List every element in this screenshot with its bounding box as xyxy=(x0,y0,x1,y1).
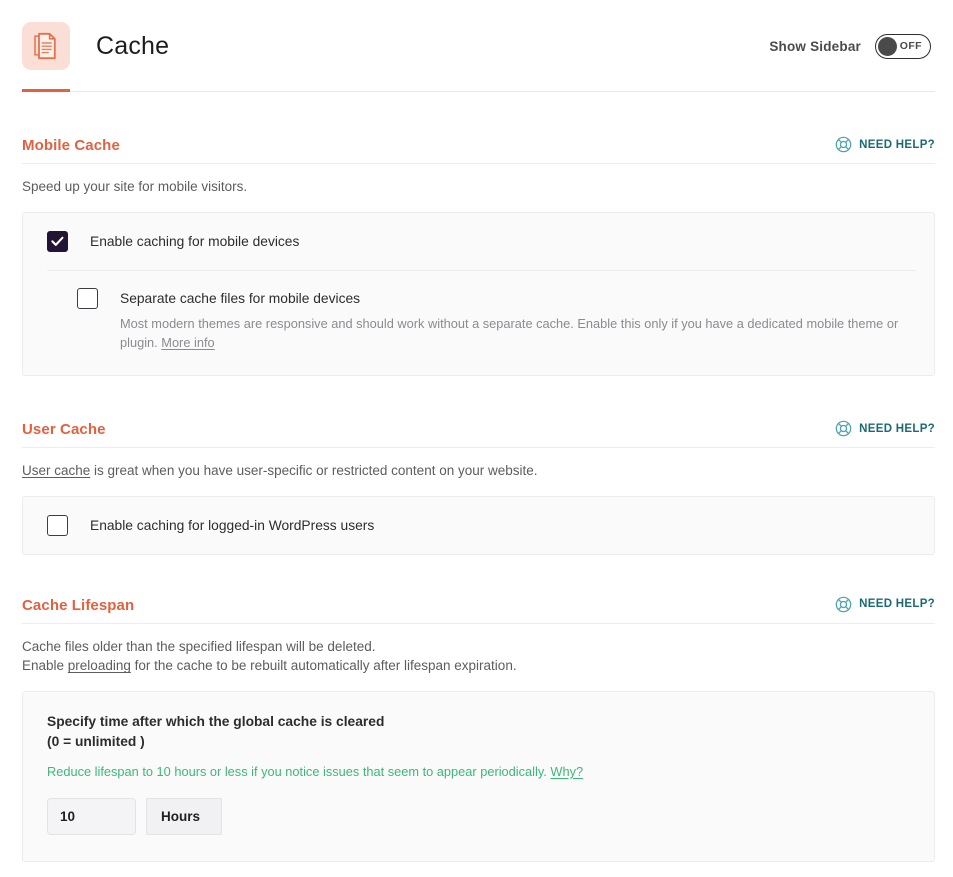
need-help-label: NEED HELP? xyxy=(859,423,935,435)
section-user-cache: User Cache NEED HELP? User cache is grea… xyxy=(22,420,935,555)
lifespan-controls: Hours xyxy=(47,798,910,835)
user-cache-description: User cache is great when you have user-s… xyxy=(22,461,935,481)
user-cache-header: User Cache NEED HELP? xyxy=(22,420,935,438)
user-cache-rule xyxy=(22,447,935,448)
lifespan-notice-text: Reduce lifespan to 10 hours or less if y… xyxy=(47,764,547,779)
page-header: Cache Show Sidebar OFF xyxy=(0,0,953,92)
lifespan-specify-title: Specify time after which the global cach… xyxy=(47,712,910,752)
separate-cache-checkbox[interactable] xyxy=(77,288,98,309)
lifebuoy-icon xyxy=(835,420,852,437)
preload-post-text: for the cache to be rebuilt automaticall… xyxy=(131,658,517,673)
mobile-cache-rule xyxy=(22,163,935,164)
spacer-cache-lifespan xyxy=(22,555,935,596)
cache-lifespan-description-line1: Cache files older than the specified lif… xyxy=(22,637,935,657)
cache-settings-page: Cache Show Sidebar OFF Mobile Cache xyxy=(0,0,953,877)
cache-lifespan-rule xyxy=(22,623,935,624)
separate-cache-row[interactable]: Separate cache files for mobile devices … xyxy=(23,271,934,376)
need-help-mobile-cache[interactable]: NEED HELP? xyxy=(835,136,935,154)
user-cache-panel: Enable caching for logged-in WordPress u… xyxy=(22,496,935,555)
mobile-cache-panel: Enable caching for mobile devices Separa… xyxy=(22,212,935,377)
header-left-group: Cache xyxy=(22,22,169,70)
lifespan-specify-line2: (0 = unlimited ) xyxy=(47,732,910,752)
cache-lifespan-header: Cache Lifespan NEED HELP? xyxy=(22,596,935,614)
enable-user-cache-body: Enable caching for logged-in WordPress u… xyxy=(90,515,374,536)
more-info-link[interactable]: More info xyxy=(161,335,214,350)
cache-documents-icon xyxy=(22,22,70,70)
header-right-group: Show Sidebar OFF xyxy=(769,34,931,59)
settings-content: Mobile Cache NEED HELP? Speed up your si… xyxy=(0,92,953,862)
lifespan-specify-line1: Specify time after which the global cach… xyxy=(47,712,910,732)
header-divider xyxy=(22,91,935,92)
enable-user-cache-checkbox[interactable] xyxy=(47,515,68,536)
lifespan-unit-select[interactable]: Hours xyxy=(146,798,222,835)
lifespan-value-input[interactable] xyxy=(47,798,136,835)
spacer-top xyxy=(22,92,935,136)
mobile-cache-title: Mobile Cache xyxy=(22,137,120,154)
cache-lifespan-description-line2: Enable preloading for the cache to be re… xyxy=(22,656,935,676)
section-mobile-cache: Mobile Cache NEED HELP? Speed up your si… xyxy=(22,136,935,376)
toggle-knob xyxy=(878,37,897,56)
mobile-cache-description: Speed up your site for mobile visitors. xyxy=(22,177,935,197)
separate-cache-body: Separate cache files for mobile devices … xyxy=(120,288,912,354)
user-cache-title: User Cache xyxy=(22,421,106,438)
show-sidebar-toggle[interactable]: OFF xyxy=(875,34,931,59)
lifebuoy-icon xyxy=(835,596,852,613)
lifespan-notice: Reduce lifespan to 10 hours or less if y… xyxy=(47,763,910,781)
enable-user-cache-label[interactable]: Enable caching for logged-in WordPress u… xyxy=(90,515,374,536)
mobile-cache-header: Mobile Cache NEED HELP? xyxy=(22,136,935,154)
separate-cache-help: Most modern themes are responsive and sh… xyxy=(120,314,912,354)
preloading-link[interactable]: preloading xyxy=(68,658,131,673)
enable-mobile-cache-body: Enable caching for mobile devices xyxy=(90,231,299,252)
separate-cache-label[interactable]: Separate cache files for mobile devices xyxy=(120,288,912,309)
active-tab-underline xyxy=(22,89,70,92)
section-cache-lifespan: Cache Lifespan NEED HELP? Cache files ol… xyxy=(22,596,935,862)
cache-lifespan-description: Cache files older than the specified lif… xyxy=(22,637,935,676)
enable-mobile-cache-label[interactable]: Enable caching for mobile devices xyxy=(90,231,299,252)
user-cache-doc-link[interactable]: User cache xyxy=(22,463,90,478)
preload-pre-text: Enable xyxy=(22,658,68,673)
show-sidebar-label: Show Sidebar xyxy=(769,39,861,54)
lifespan-why-link[interactable]: Why? xyxy=(550,764,583,779)
spacer-user-cache xyxy=(22,376,935,420)
need-help-label: NEED HELP? xyxy=(859,139,935,151)
enable-mobile-cache-checkbox[interactable] xyxy=(47,231,68,252)
need-help-label: NEED HELP? xyxy=(859,598,935,610)
enable-user-cache-row[interactable]: Enable caching for logged-in WordPress u… xyxy=(23,497,934,554)
need-help-cache-lifespan[interactable]: NEED HELP? xyxy=(835,596,935,614)
lifebuoy-icon xyxy=(835,136,852,153)
page-title: Cache xyxy=(96,32,169,61)
need-help-user-cache[interactable]: NEED HELP? xyxy=(835,420,935,438)
user-cache-description-rest: is great when you have user-specific or … xyxy=(90,463,537,478)
toggle-state-label: OFF xyxy=(900,40,922,52)
cache-lifespan-panel: Specify time after which the global cach… xyxy=(22,691,935,862)
separate-cache-help-text: Most modern themes are responsive and sh… xyxy=(120,316,898,351)
enable-mobile-cache-row[interactable]: Enable caching for mobile devices xyxy=(23,213,934,270)
cache-lifespan-title: Cache Lifespan xyxy=(22,597,134,614)
